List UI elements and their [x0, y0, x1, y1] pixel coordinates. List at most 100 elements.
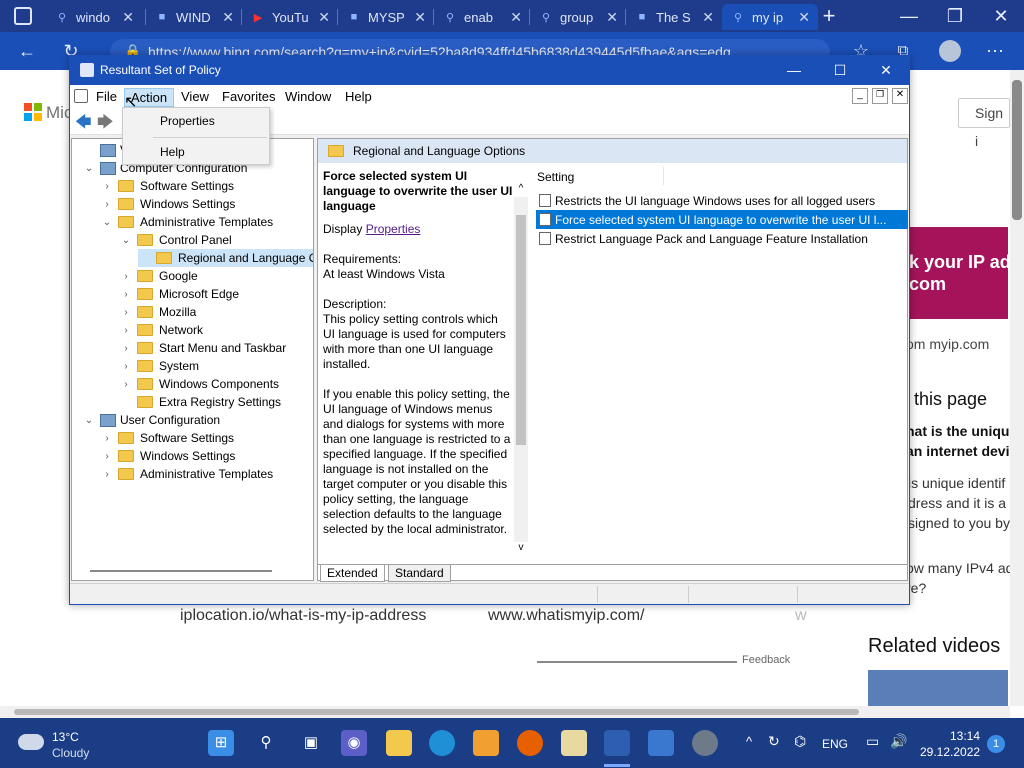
menu-help[interactable]: Help	[339, 88, 378, 105]
tree-node[interactable]: › Microsoft Edge	[119, 285, 239, 303]
mdi-restore-icon[interactable]: ❐	[872, 88, 888, 104]
window-titlebar[interactable]: Resultant Set of Policy — ☐ ✕	[70, 56, 909, 85]
chevron-down-icon[interactable]: ⌄	[100, 217, 114, 228]
chevron-right-icon[interactable]: ›	[119, 271, 133, 282]
close-tab-icon[interactable]: ✕	[222, 9, 234, 26]
clock-time[interactable]: 13:14	[950, 729, 980, 743]
tree-node[interactable]: › Windows Components	[119, 375, 279, 393]
close-tab-icon[interactable]: ✕	[122, 9, 134, 26]
tree-node[interactable]: ⌄ Administrative Templates	[100, 213, 273, 231]
tree-node[interactable]: › Administrative Templates	[100, 465, 273, 483]
notification-badge[interactable]: 1	[987, 735, 1005, 753]
chevron-right-icon[interactable]: ›	[119, 307, 133, 318]
promo-banner[interactable]	[898, 227, 1008, 319]
description-scroll-thumb[interactable]	[516, 215, 526, 445]
rsop-taskbar-icon[interactable]	[604, 730, 630, 756]
chevron-right-icon[interactable]: ›	[119, 343, 133, 354]
firefox-icon[interactable]	[517, 730, 543, 756]
tree-node[interactable]: ⌄ User Configuration	[82, 411, 220, 429]
video-thumbnail[interactable]	[868, 670, 1008, 706]
close-tab-icon[interactable]: ✕	[414, 9, 426, 26]
more-icon[interactable]: ⋯	[980, 36, 1010, 66]
tree-node[interactable]: › Network	[119, 321, 203, 339]
close-tab-icon[interactable]: ✕	[798, 9, 810, 26]
maximize-icon[interactable]: ☐	[817, 56, 863, 85]
mdi-close-icon[interactable]: ✕	[892, 88, 908, 104]
faq-q2-line1[interactable]: ow many IPv4 ad	[906, 560, 1013, 576]
faq-q1-line1[interactable]: hat is the unique	[906, 423, 1017, 439]
menu-item-help[interactable]: Help	[160, 145, 185, 159]
minimize-icon[interactable]: —	[771, 56, 817, 85]
setting-column-header[interactable]: Setting	[537, 170, 574, 184]
tree-node[interactable]: › System	[119, 357, 199, 375]
chevron-down-icon[interactable]: ⌄	[82, 163, 96, 174]
weather-temp[interactable]: 13°C	[52, 730, 79, 744]
chevron-right-icon[interactable]: ›	[100, 433, 114, 444]
browser-tab[interactable]: ⚲ my ip ✕	[722, 4, 818, 30]
sign-in-button[interactable]: Sign i	[958, 98, 1010, 149]
browser-tab[interactable]: ⚲ group ✕	[530, 4, 626, 30]
chevron-down-icon[interactable]: ⌄	[119, 235, 133, 246]
task-view-icon[interactable]: ▣	[298, 730, 324, 756]
close-tab-icon[interactable]: ✕	[606, 9, 618, 26]
setting-row[interactable]: Force selected system UI language to ove…	[536, 210, 908, 229]
restore-browser-icon[interactable]: ❐	[940, 1, 970, 31]
tree-node[interactable]: Regional and Language Op	[138, 249, 313, 267]
close-tab-icon[interactable]: ✕	[702, 9, 714, 26]
file-explorer-icon[interactable]	[386, 730, 412, 756]
mdi-minimize-icon[interactable]: _	[852, 88, 868, 104]
tree-node[interactable]: ⌄ Control Panel	[119, 231, 232, 249]
tree-node[interactable]: › Software Settings	[100, 429, 234, 447]
browser-tab[interactable]: ■ MYSP ✕	[338, 4, 434, 30]
tree-node[interactable]: › Windows Settings	[100, 447, 235, 465]
network-icon[interactable]: ⌬	[794, 733, 806, 750]
menu-favorites[interactable]: Favorites	[216, 88, 281, 105]
chevron-right-icon[interactable]: ›	[119, 379, 133, 390]
volume-icon[interactable]: 🔊	[890, 733, 907, 750]
scroll-down-icon[interactable]: v	[514, 542, 528, 553]
new-tab-icon[interactable]: +	[814, 1, 844, 31]
tree-node[interactable]: › Mozilla	[119, 303, 196, 321]
vscroll-thumb[interactable]	[1012, 80, 1022, 220]
cloud-icon[interactable]	[18, 734, 44, 750]
myip-link[interactable]: om myip.com	[906, 336, 989, 352]
chevron-down-icon[interactable]: ⌄	[82, 415, 96, 426]
back-arrow-icon[interactable]: 🡄	[75, 111, 92, 138]
tree-node[interactable]: › Windows Settings	[100, 195, 235, 213]
browser-tab[interactable]: ⚲ windo ✕	[46, 4, 142, 30]
clock-date[interactable]: 29.12.2022	[920, 745, 980, 759]
faq-q1-line2[interactable]: an internet devi	[906, 443, 1009, 459]
close-icon[interactable]: ✕	[863, 56, 909, 85]
settings-icon[interactable]	[692, 730, 718, 756]
chevron-right-icon[interactable]: ›	[119, 361, 133, 372]
setting-row[interactable]: Restricts the UI language Windows uses f…	[536, 191, 908, 210]
setting-row[interactable]: Restrict Language Pack and Language Feat…	[536, 229, 908, 248]
language-indicator[interactable]: ENG	[822, 737, 848, 751]
tree-node[interactable]: › Start Menu and Taskbar	[119, 339, 286, 357]
menu-window[interactable]: Window	[279, 88, 337, 105]
chevron-right-icon[interactable]: ›	[100, 181, 114, 192]
notepad-icon[interactable]	[561, 730, 587, 756]
tab-actions-icon[interactable]	[14, 7, 32, 25]
search-icon[interactable]: ⚲	[253, 730, 279, 756]
tab-standard[interactable]: Standard	[388, 565, 451, 582]
result-link-3[interactable]: w	[795, 607, 807, 625]
result-link-1[interactable]: iplocation.io/what-is-my-ip-address	[180, 607, 426, 625]
start-icon[interactable]: ⊞	[208, 730, 234, 756]
browser-tab[interactable]: ⚲ enab ✕	[434, 4, 530, 30]
chat-icon[interactable]: ◉	[341, 730, 367, 756]
properties-link[interactable]: Properties	[366, 222, 421, 236]
chevron-right-icon[interactable]: ›	[119, 289, 133, 300]
tray-chevron-icon[interactable]: ^	[746, 734, 752, 749]
close-tab-icon[interactable]: ✕	[510, 9, 522, 26]
page-horizontal-scrollbar[interactable]	[0, 706, 1010, 718]
page-vertical-scrollbar[interactable]	[1010, 70, 1024, 706]
weather-desc[interactable]: Cloudy	[52, 746, 89, 760]
browser-tab[interactable]: ■ The S ✕	[626, 4, 722, 30]
tree-node[interactable]: › Google	[119, 267, 197, 285]
minimize-browser-icon[interactable]: —	[894, 1, 924, 31]
menu-view[interactable]: View	[175, 88, 215, 105]
feedback-link[interactable]: Feedback	[742, 654, 790, 666]
profile-avatar[interactable]	[939, 40, 961, 62]
menu-file[interactable]: File	[90, 88, 123, 105]
